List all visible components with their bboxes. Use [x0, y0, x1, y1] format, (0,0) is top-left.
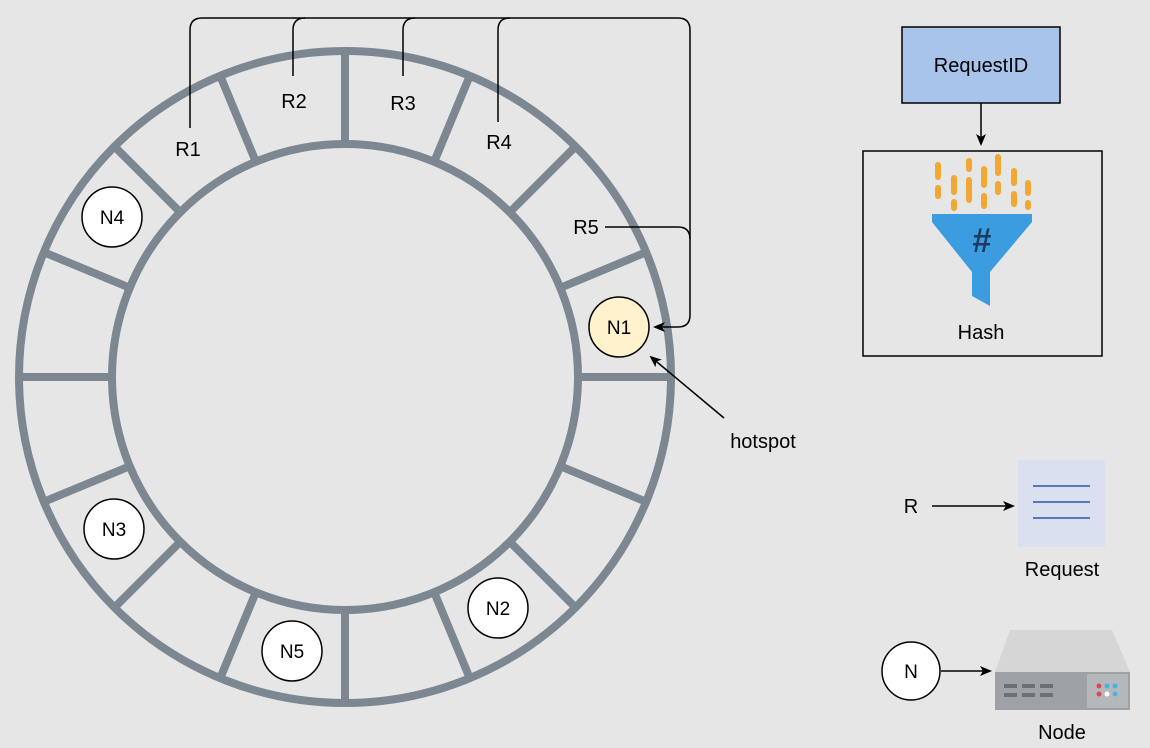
- request-label-r3: R3: [390, 93, 416, 115]
- hash-funnel-icon: #: [932, 154, 1032, 306]
- ring-divider: [42, 248, 132, 292]
- node-n4: N4: [81, 186, 143, 248]
- ring-divider: [558, 248, 648, 292]
- request-symbol: R: [904, 496, 918, 518]
- hotspot-label: hotspot: [730, 431, 796, 453]
- request-label-r1: R1: [175, 139, 201, 161]
- legend-hash-pipeline: RequestID # Hash: [862, 26, 1103, 357]
- node-legend-label: Node: [1038, 722, 1086, 744]
- request-legend-label: Request: [1025, 559, 1100, 581]
- node-n2: N2: [467, 577, 529, 639]
- request-label-r4: R4: [486, 132, 512, 154]
- legend-request: R Request: [904, 460, 1105, 581]
- request-label-r5: R5: [573, 217, 599, 239]
- node-symbol: N: [904, 662, 918, 683]
- route-line-r4: [497, 17, 511, 122]
- document-background: [1018, 460, 1105, 547]
- request-id-label: RequestID: [934, 55, 1029, 77]
- ring-divider: [42, 462, 132, 506]
- request-label-r2: R2: [281, 91, 307, 113]
- server-top: [995, 630, 1130, 672]
- request-routing-lines: [189, 17, 725, 419]
- node-n3: N3: [83, 498, 145, 560]
- hotspot-arrow: [649, 355, 725, 419]
- route-line-r2: [292, 17, 306, 76]
- server-panel: [1087, 674, 1128, 708]
- ring-divider: [506, 143, 579, 216]
- server-icon: [995, 630, 1130, 710]
- ring-divider: [216, 590, 260, 680]
- ring-divider: [430, 74, 474, 164]
- node-label: N5: [280, 642, 304, 663]
- document-icon: [1018, 460, 1105, 547]
- hash-input-bars: [935, 154, 1031, 211]
- node-label: N2: [486, 599, 510, 620]
- consistent-hash-diagram: R1 R2 R3 R4 R5 N1 N2 N3 N4 N5 hotspot Re…: [15, 17, 1130, 744]
- node-label: N3: [102, 520, 126, 541]
- hash-symbol: #: [973, 222, 992, 260]
- node-label: N4: [100, 208, 125, 229]
- node-label: N1: [607, 318, 631, 339]
- hash-ring: [15, 47, 675, 707]
- route-line-r5: [605, 226, 691, 240]
- node-n5: N5: [261, 620, 323, 682]
- ring-segment-dividers: [19, 51, 671, 703]
- ring-divider: [216, 74, 260, 164]
- route-line-r3: [402, 17, 416, 76]
- ring-divider: [430, 590, 474, 680]
- hash-label: Hash: [958, 322, 1005, 344]
- node-n1: N1: [588, 296, 650, 358]
- diagram-canvas: R1 R2 R3 R4 R5 N1 N2 N3 N4 N5 hotspot Re…: [0, 0, 1150, 748]
- legend-node: N Node: [881, 630, 1130, 744]
- ring-divider: [558, 462, 648, 506]
- ring-inner: [108, 140, 582, 614]
